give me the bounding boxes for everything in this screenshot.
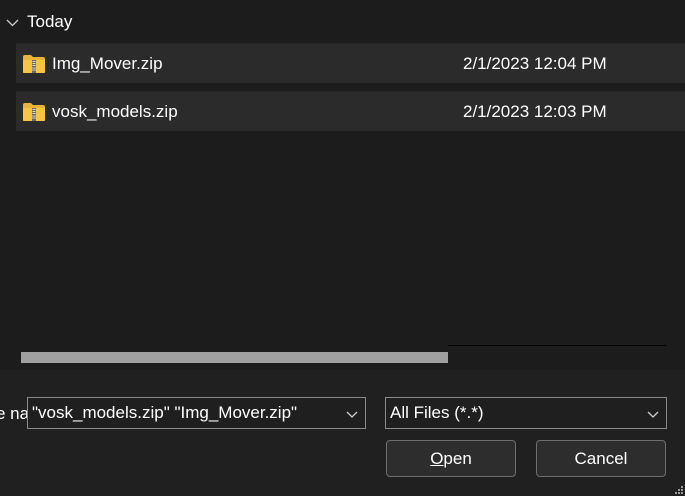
file-date: 2/1/2023 12:04 PM bbox=[463, 53, 607, 73]
zip-folder-icon bbox=[23, 55, 45, 73]
resize-grip-icon[interactable] bbox=[675, 486, 683, 494]
group-label: Today bbox=[27, 12, 73, 31]
file-type-value: All Files (*.*) bbox=[390, 403, 484, 422]
file-open-dialog: Today Img_Mover.zip 2/1/2023 12:04 PM vo… bbox=[0, 0, 685, 496]
file-date: 2/1/2023 12:03 PM bbox=[463, 101, 607, 121]
chevron-down-icon bbox=[6, 19, 19, 26]
chevron-down-icon[interactable] bbox=[646, 407, 660, 421]
horizontal-scrollbar-thumb[interactable] bbox=[21, 352, 448, 363]
scrollbar-track bbox=[448, 345, 666, 346]
file-name-combobox[interactable]: "vosk_models.zip" "Img_Mover.zip" bbox=[27, 397, 366, 429]
dialog-footer bbox=[0, 370, 685, 496]
zip-folder-icon bbox=[23, 103, 45, 121]
file-row[interactable]: vosk_models.zip 2/1/2023 12:03 PM bbox=[16, 91, 685, 131]
open-button-accesskey: O bbox=[430, 448, 444, 468]
file-type-select[interactable]: All Files (*.*) bbox=[385, 397, 667, 429]
chevron-down-icon[interactable] bbox=[345, 407, 359, 421]
file-name: Img_Mover.zip bbox=[52, 53, 163, 73]
cancel-button[interactable]: Cancel bbox=[536, 440, 666, 477]
cancel-button-label: Cancel bbox=[574, 448, 628, 468]
file-name-input[interactable]: "vosk_models.zip" "Img_Mover.zip" bbox=[32, 403, 297, 423]
open-button[interactable]: Open bbox=[386, 440, 516, 477]
file-name: vosk_models.zip bbox=[52, 101, 178, 121]
group-header-today[interactable]: Today bbox=[6, 10, 72, 34]
open-button-label: pen bbox=[443, 448, 472, 468]
file-list-pane[interactable]: Today Img_Mover.zip 2/1/2023 12:04 PM vo… bbox=[0, 0, 685, 370]
file-row[interactable]: Img_Mover.zip 2/1/2023 12:04 PM bbox=[16, 43, 685, 83]
